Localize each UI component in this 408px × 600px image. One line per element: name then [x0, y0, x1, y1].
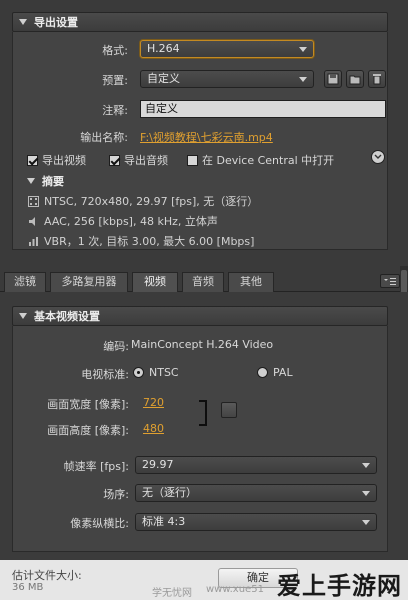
import-preset-button[interactable]	[346, 70, 364, 88]
export-video-label: 导出视频	[42, 154, 86, 167]
device-central-label: 在 Device Central 中打开	[202, 154, 335, 167]
tab-others[interactable]: 其他	[228, 272, 274, 292]
framerate-label: 帧速率 [fps]:	[63, 460, 129, 473]
chevron-down-icon	[299, 77, 307, 82]
output-name-label: 输出名称:	[80, 131, 128, 144]
export-video-checkbox[interactable]: 导出视频	[27, 152, 86, 168]
basic-video-header[interactable]: 基本视频设置	[12, 306, 388, 326]
framerate-select[interactable]: 29.97	[135, 456, 377, 474]
summary-video-text: NTSC, 720x480, 29.97 [fps], 无（逐行）	[44, 195, 259, 208]
summary-title: 摘要	[42, 175, 64, 188]
export-settings-title: 导出设置	[34, 16, 78, 29]
export-settings-header[interactable]: 导出设置	[12, 12, 388, 32]
tv-standard-label: 电视标准:	[81, 368, 129, 381]
output-name-link[interactable]: F:\视频教程\七彩云南.mp4	[140, 129, 273, 145]
tab-multiplexer[interactable]: 多路复用器	[50, 272, 128, 292]
ntsc-label: NTSC	[149, 366, 179, 379]
format-select[interactable]: H.264	[140, 40, 314, 58]
export-audio-checkbox[interactable]: 导出音频	[109, 152, 168, 168]
tab-filters[interactable]: 滤镜	[4, 272, 46, 292]
pixel-aspect-label: 像素纵横比:	[70, 517, 129, 530]
comment-label: 注释:	[102, 104, 128, 117]
delete-preset-button[interactable]	[368, 70, 386, 88]
summary-audio-text: AAC, 256 [kbps], 48 kHz, 立体声	[44, 215, 218, 228]
summary-video-line: NTSC, 720x480, 29.97 [fps], 无（逐行）	[28, 193, 258, 209]
ntsc-radio[interactable]: NTSC	[133, 366, 179, 379]
summary-bitrate-text: VBR，1 次, 目标 3.00, 最大 6.00 [Mbps]	[44, 235, 255, 248]
chevron-down-icon	[362, 520, 370, 525]
preset-select[interactable]: 自定义	[140, 70, 314, 88]
device-central-info-button[interactable]	[371, 150, 385, 164]
pixel-aspect-value: 标准 4:3	[142, 515, 186, 528]
export-audio-label: 导出音频	[124, 154, 168, 167]
constrain-proportions-button[interactable]	[221, 402, 237, 418]
checkbox-checked-icon	[109, 154, 120, 166]
estimated-size-value: 36 MB	[12, 582, 44, 593]
field-order-value: 无（逐行）	[142, 486, 197, 499]
field-order-select[interactable]: 无（逐行）	[135, 484, 377, 502]
pal-label: PAL	[273, 366, 293, 379]
folder-icon	[349, 75, 361, 85]
collapse-triangle-icon[interactable]	[19, 19, 27, 25]
preset-value: 自定义	[147, 72, 180, 85]
watermark-url: www.xue51	[206, 584, 264, 595]
checkbox-unchecked-icon	[187, 154, 198, 166]
width-value[interactable]: 720	[143, 396, 164, 409]
summary-toggle[interactable]: 摘要	[27, 173, 64, 189]
summary-bitrate-line: VBR，1 次, 目标 3.00, 最大 6.00 [Mbps]	[28, 233, 254, 249]
codec-label: 编码:	[103, 340, 129, 353]
save-preset-icon	[327, 73, 339, 85]
basic-video-title: 基本视频设置	[34, 310, 100, 323]
basic-video-panel: 编码: MainConcept H.264 Video 电视标准: NTSC P…	[12, 326, 388, 552]
panel-menu-button[interactable]	[380, 274, 400, 288]
comment-input[interactable]: 自定义	[140, 100, 386, 118]
trash-icon	[373, 74, 381, 85]
watermark-site: 学无忧网	[152, 588, 192, 599]
height-label: 画面高度 [像素]:	[47, 424, 129, 437]
summary-audio-line: AAC, 256 [kbps], 48 kHz, 立体声	[28, 213, 218, 229]
format-label: 格式:	[102, 44, 128, 57]
menu-icon	[384, 278, 396, 285]
settings-tabbar: 滤镜 多路复用器 视频 音频 其他	[0, 272, 408, 292]
watermark-brand: 爱上手游网	[277, 572, 402, 600]
chevron-down-icon	[362, 463, 370, 468]
chevron-down-icon	[299, 47, 307, 52]
format-value: H.264	[147, 42, 180, 55]
save-preset-button[interactable]	[324, 70, 342, 88]
chevron-down-icon	[362, 491, 370, 496]
speaker-icon	[29, 216, 35, 226]
width-label: 画面宽度 [像素]:	[47, 398, 129, 411]
film-icon	[28, 195, 39, 207]
framerate-value: 29.97	[142, 458, 174, 471]
collapse-triangle-icon[interactable]	[19, 313, 27, 319]
codec-value: MainConcept H.264 Video	[131, 338, 274, 351]
device-central-checkbox[interactable]: 在 Device Central 中打开	[187, 152, 334, 168]
collapse-triangle-icon[interactable]	[27, 178, 35, 184]
field-order-label: 场序:	[103, 488, 129, 501]
estimated-size-label: 估计文件大小:	[12, 569, 82, 582]
link-bracket	[199, 400, 207, 426]
bitrate-bars-icon	[29, 236, 38, 246]
checkbox-checked-icon	[27, 154, 38, 166]
tab-audio[interactable]: 音频	[182, 272, 224, 292]
height-value[interactable]: 480	[143, 422, 164, 435]
pal-radio[interactable]: PAL	[257, 366, 293, 379]
preset-label: 预置:	[102, 74, 128, 87]
tab-video[interactable]: 视频	[132, 272, 178, 292]
arrows-icon	[374, 154, 382, 159]
pixel-aspect-select[interactable]: 标准 4:3	[135, 513, 377, 531]
radio-selected-icon	[133, 367, 144, 378]
radio-unselected-icon	[257, 367, 268, 378]
